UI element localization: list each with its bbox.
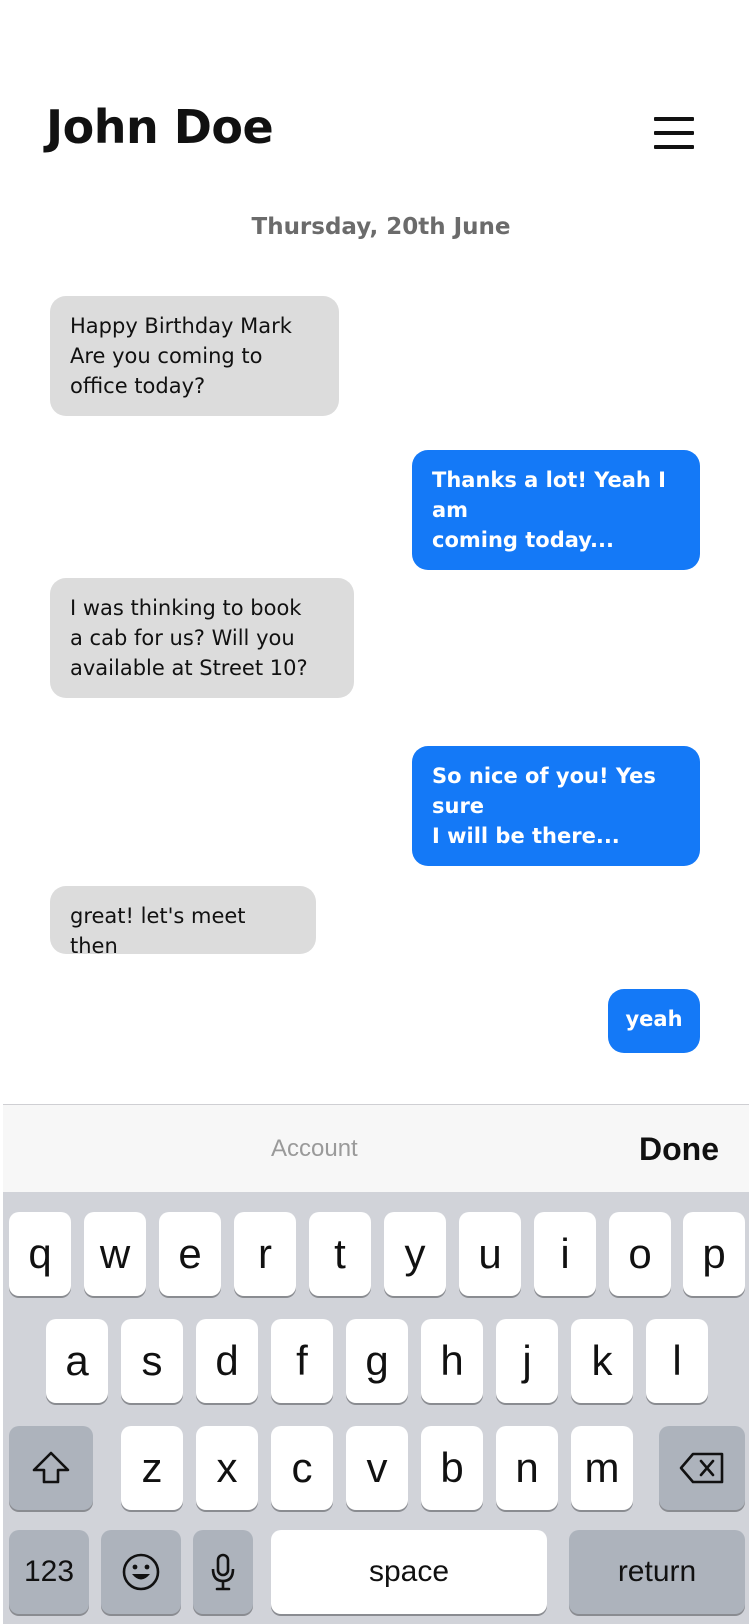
conversation-date: Thursday, 20th June [251, 214, 511, 240]
message-line: a cab for us? Will you [70, 626, 295, 650]
done-button[interactable]: Done [639, 1131, 719, 1168]
chat-header: John Doe [0, 0, 750, 200]
message-line: office today? [70, 374, 206, 398]
message-line: coming today... [432, 528, 614, 552]
account-label: Account [271, 1135, 358, 1162]
message-line: I will be there... [432, 824, 620, 848]
key-y[interactable]: y [384, 1212, 446, 1296]
message-sent: Thanks a lot! Yeah I am coming today... [412, 450, 700, 570]
key-n[interactable]: n [496, 1426, 558, 1510]
key-m[interactable]: m [571, 1426, 633, 1510]
key-b[interactable]: b [421, 1426, 483, 1510]
contact-name: John Doe [46, 100, 274, 154]
key-r[interactable]: r [234, 1212, 296, 1296]
message-sent: So nice of you! Yes sure I will be there… [412, 746, 700, 866]
message-line: available at Street 10? [70, 656, 308, 680]
message-line: Thanks a lot! Yeah I am [432, 468, 666, 522]
message-sent: yeah [608, 989, 700, 1053]
key-j[interactable]: j [496, 1319, 558, 1403]
message-received: Happy Birthday Mark Are you coming to of… [50, 296, 339, 416]
key-k[interactable]: k [571, 1319, 633, 1403]
key-l[interactable]: l [646, 1319, 708, 1403]
message-received: great! let's meet then [50, 886, 316, 958]
key-h[interactable]: h [421, 1319, 483, 1403]
key-t[interactable]: t [309, 1212, 371, 1296]
microphone-icon [211, 1553, 235, 1591]
key-d[interactable]: d [196, 1319, 258, 1403]
key-g[interactable]: g [346, 1319, 408, 1403]
key-q[interactable]: q [9, 1212, 71, 1296]
key-p[interactable]: p [683, 1212, 745, 1296]
key-o[interactable]: o [609, 1212, 671, 1296]
message-line: Are you coming to [70, 344, 263, 368]
return-key[interactable]: return [569, 1530, 745, 1614]
microphone-key[interactable] [193, 1530, 253, 1614]
message-received: I was thinking to book a cab for us? Wil… [50, 578, 354, 698]
key-z[interactable]: z [121, 1426, 183, 1510]
key-x[interactable]: x [196, 1426, 258, 1510]
emoji-icon [122, 1553, 160, 1591]
keyboard-toolbar: Account Done [3, 1104, 749, 1192]
emoji-key[interactable] [101, 1530, 181, 1614]
key-a[interactable]: a [46, 1319, 108, 1403]
key-s[interactable]: s [121, 1319, 183, 1403]
hamburger-menu-icon[interactable] [654, 114, 696, 150]
key-v[interactable]: v [346, 1426, 408, 1510]
key-c[interactable]: c [271, 1426, 333, 1510]
message-line: Happy Birthday Mark [70, 314, 292, 338]
message-line: I was thinking to book [70, 596, 302, 620]
shift-key[interactable] [9, 1426, 93, 1510]
backspace-icon [679, 1452, 724, 1484]
space-key[interactable]: space [271, 1530, 547, 1614]
message-line: So nice of you! Yes sure [432, 764, 656, 818]
key-w[interactable]: w [84, 1212, 146, 1296]
key-u[interactable]: u [459, 1212, 521, 1296]
key-i[interactable]: i [534, 1212, 596, 1296]
message-line: great! let's meet then [70, 904, 246, 958]
key-e[interactable]: e [159, 1212, 221, 1296]
message-line: yeah [625, 1007, 683, 1031]
backspace-key[interactable] [659, 1426, 745, 1510]
numbers-key[interactable]: 123 [9, 1530, 89, 1614]
keyboard: q w e r t y u i o p a s d f g h j k l z … [3, 1192, 749, 1624]
key-f[interactable]: f [271, 1319, 333, 1403]
shift-icon [32, 1451, 70, 1484]
